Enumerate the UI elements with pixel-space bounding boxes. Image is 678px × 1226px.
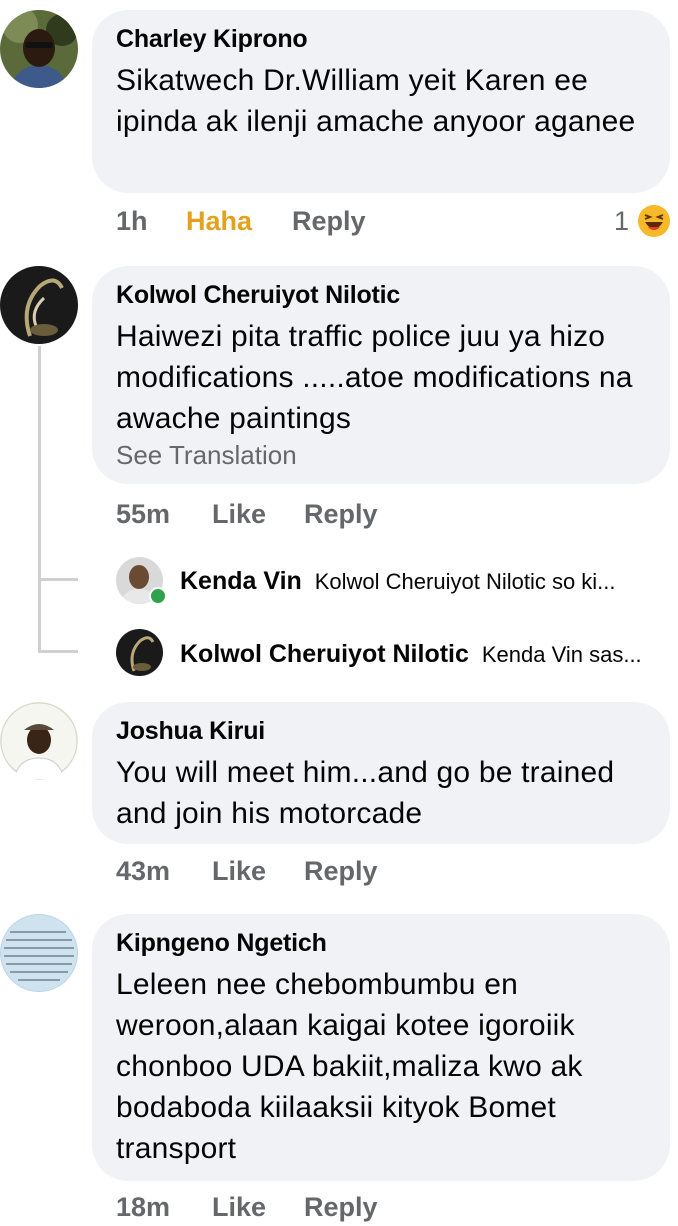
haha-reaction-button[interactable]: Haha (186, 206, 252, 237)
comment-author[interactable]: Kolwol Cheruiyot Nilotic (116, 280, 646, 310)
reply-text: Kolwol Cheruiyot Nilotic so ki... (314, 569, 616, 594)
online-status-dot (149, 587, 167, 605)
reply-author[interactable]: Kolwol Cheruiyot Nilotic (180, 640, 469, 668)
comment-time[interactable]: 55m (116, 499, 170, 530)
reaction-count[interactable]: 1 (614, 206, 629, 237)
thread-line (38, 346, 41, 652)
comment-text: You will meet him...and go be trained an… (116, 756, 615, 830)
thread-connector (38, 650, 78, 653)
haha-emoji-icon[interactable] (637, 204, 671, 238)
comment-text: Leleen nee chebombumbu en weroon,alaan k… (116, 968, 583, 1165)
comment-author[interactable]: Kipngeno Ngetich (116, 928, 646, 958)
like-button[interactable]: Like (212, 499, 266, 530)
reply-button[interactable]: Reply (292, 206, 366, 237)
comment-time[interactable]: 18m (116, 1192, 170, 1223)
reply-text: Kenda Vin sas... (481, 642, 642, 667)
thread-connector (38, 578, 78, 581)
avatar-kipngeno-ngetich[interactable] (0, 914, 78, 992)
reply-preview[interactable]: Kenda Vin Kolwol Cheruiyot Nilotic so ki… (180, 567, 616, 596)
comment-time[interactable]: 1h (116, 206, 148, 237)
reply-preview[interactable]: Kolwol Cheruiyot Nilotic Kenda Vin sas..… (180, 640, 642, 669)
comment-time[interactable]: 43m (116, 856, 170, 887)
like-button[interactable]: Like (212, 1192, 266, 1223)
avatar-charley-kiprono[interactable] (0, 10, 78, 88)
comment-author[interactable]: Charley Kiprono (116, 24, 646, 54)
like-button[interactable]: Like (212, 856, 266, 887)
see-translation-link[interactable]: See Translation (116, 439, 646, 471)
comment-text: Haiwezi pita traffic police juu ya hizo … (116, 320, 633, 435)
comment-author[interactable]: Joshua Kirui (116, 716, 646, 746)
avatar-kolwol-cheruiyot-reply[interactable] (116, 629, 163, 676)
avatar-kolwol-cheruiyot[interactable] (0, 266, 78, 344)
comment-bubble: Charley Kiprono Sikatwech Dr.William yei… (92, 10, 670, 193)
comment-bubble: Joshua Kirui You will meet him...and go … (92, 702, 670, 844)
comment-text: Sikatwech Dr.William yeit Karen ee ipind… (116, 64, 636, 138)
reply-button[interactable]: Reply (304, 499, 378, 530)
comment-bubble: Kipngeno Ngetich Leleen nee chebombumbu … (92, 914, 670, 1181)
avatar-joshua-kirui[interactable] (0, 702, 78, 780)
comment-bubble: Kolwol Cheruiyot Nilotic Haiwezi pita tr… (92, 266, 670, 484)
reply-button[interactable]: Reply (304, 1192, 378, 1223)
reply-author[interactable]: Kenda Vin (180, 567, 302, 595)
reply-button[interactable]: Reply (304, 856, 378, 887)
